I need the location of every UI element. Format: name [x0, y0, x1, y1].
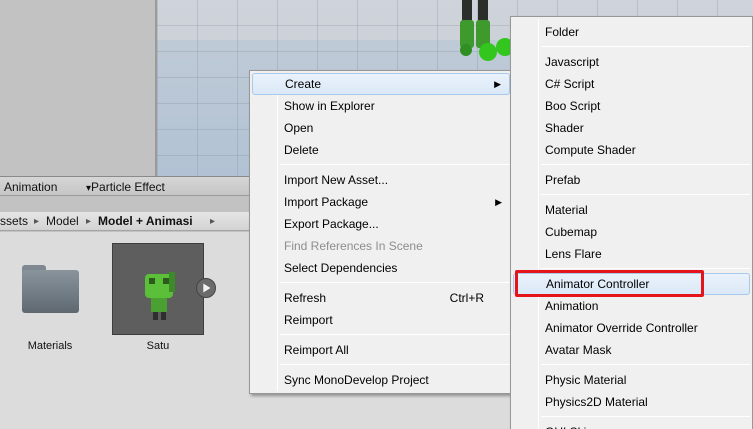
submenu-item-lens-flare[interactable]: Lens Flare [513, 243, 750, 265]
menu-item-show-in-explorer[interactable]: Show in Explorer [252, 95, 510, 117]
menu-separator [280, 364, 510, 365]
submenu-item-animation[interactable]: Animation [513, 295, 750, 317]
menu-separator [541, 46, 750, 47]
tab-animation[interactable]: Animation [4, 179, 57, 196]
submenu-item-physic-material[interactable]: Physic Material [513, 369, 750, 391]
menu-separator [541, 164, 750, 165]
create-submenu: Folder Javascript C# Script Boo Script S… [510, 16, 753, 429]
menu-item-reimport-all[interactable]: Reimport All [252, 339, 510, 361]
breadcrumb-model[interactable]: Model [46, 214, 79, 229]
asset-label-materials[interactable]: Materials [14, 340, 86, 352]
submenu-item-shader[interactable]: Shader [513, 117, 750, 139]
menu-item-sync-monodevelop[interactable]: Sync MonoDevelop Project [252, 369, 510, 391]
menu-separator [541, 364, 750, 365]
breadcrumb-separator-icon: ▸ [210, 216, 216, 227]
menu-item-import-new-asset[interactable]: Import New Asset... [252, 169, 510, 191]
submenu-item-compute-shader[interactable]: Compute Shader [513, 139, 750, 161]
breadcrumb-assets[interactable]: ssets [0, 214, 28, 229]
asset-label-satu[interactable]: Satu [112, 340, 204, 352]
submenu-item-physics2d-material[interactable]: Physics2D Material [513, 391, 750, 413]
menu-item-export-package[interactable]: Export Package... [252, 213, 510, 235]
menu-separator [280, 282, 510, 283]
model-icon [145, 272, 175, 320]
menu-separator [280, 334, 510, 335]
highlight-annotation [515, 270, 704, 297]
submenu-item-boo-script[interactable]: Boo Script [513, 95, 750, 117]
menu-item-create[interactable]: Create ▶ [252, 73, 510, 95]
menu-item-open[interactable]: Open [252, 117, 510, 139]
shortcut-label: Ctrl+R [449, 291, 484, 305]
submenu-item-javascript[interactable]: Javascript [513, 51, 750, 73]
folder-icon[interactable] [22, 265, 79, 313]
submenu-item-animator-override-controller[interactable]: Animator Override Controller [513, 317, 750, 339]
submenu-item-csharp-script[interactable]: C# Script [513, 73, 750, 95]
submenu-item-gui-skin[interactable]: GUI Skin [513, 421, 750, 429]
tab-particle-effect[interactable]: ▾Particle Effect [86, 179, 165, 196]
menu-separator [280, 164, 510, 165]
menu-separator [541, 416, 750, 417]
menu-item-find-references: Find References In Scene [284, 239, 423, 253]
play-preview-icon[interactable] [196, 278, 216, 298]
submenu-item-avatar-mask[interactable]: Avatar Mask [513, 339, 750, 361]
breadcrumb-separator-icon: ▸ [86, 216, 92, 227]
menu-item-delete[interactable]: Delete [252, 139, 510, 161]
menu-separator [541, 268, 750, 269]
asset-satu[interactable] [112, 243, 204, 335]
menu-item-reimport[interactable]: Reimport [252, 309, 510, 331]
submenu-arrow-icon: ▶ [494, 79, 501, 89]
menu-item-refresh[interactable]: Refresh Ctrl+R [252, 287, 510, 309]
menu-separator [541, 194, 750, 195]
context-menu: Create ▶ Show in Explorer Open Delete Imp… [249, 70, 513, 394]
submenu-item-material[interactable]: Material [513, 199, 750, 221]
menu-item-select-dependencies[interactable]: Select Dependencies [252, 257, 510, 279]
submenu-item-cubemap[interactable]: Cubemap [513, 221, 750, 243]
submenu-item-folder[interactable]: Folder [513, 21, 750, 43]
breadcrumb-separator-icon: ▸ [34, 216, 40, 227]
breadcrumb-current[interactable]: Model + Animasi [98, 214, 193, 229]
inspector-panel [0, 0, 155, 176]
submenu-arrow-icon: ▶ [495, 197, 502, 207]
menu-item-import-package[interactable]: Import Package ▶ [252, 191, 510, 213]
submenu-item-prefab[interactable]: Prefab [513, 169, 750, 191]
